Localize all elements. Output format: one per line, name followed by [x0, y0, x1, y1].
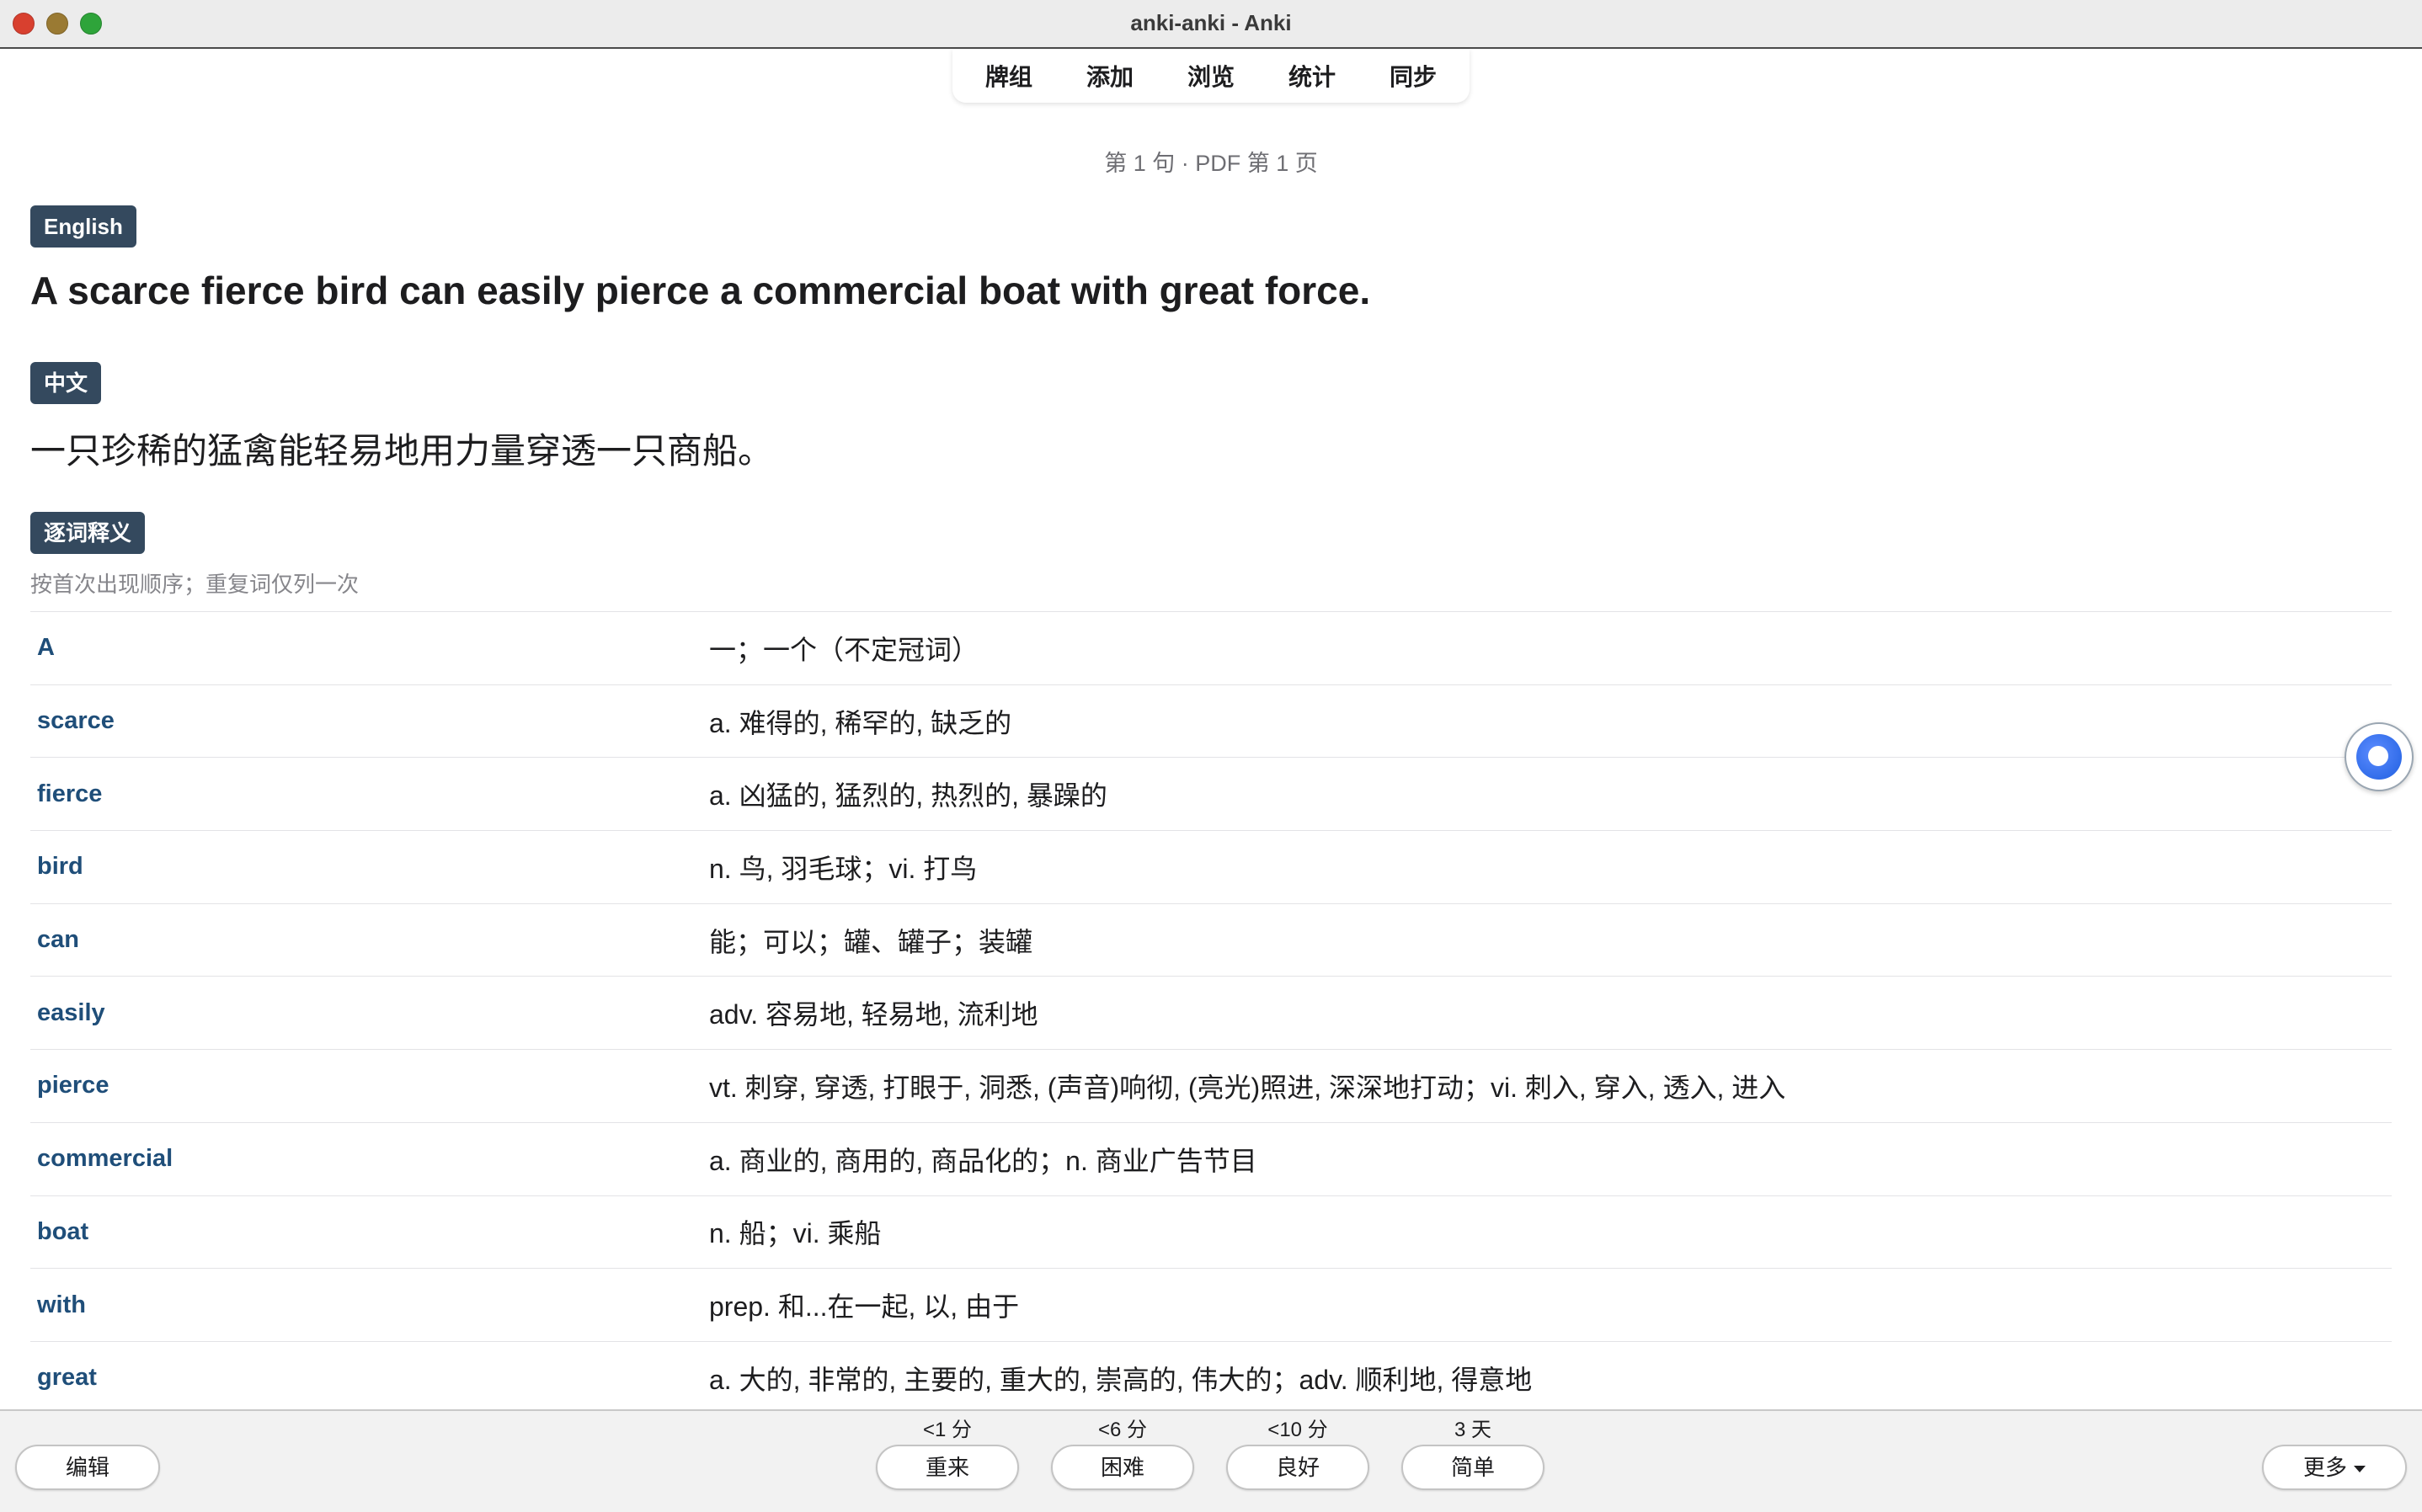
good-button[interactable]: 良好	[1226, 1445, 1369, 1490]
english-sentence: A scarce fierce bird can easily pierce a…	[30, 269, 1371, 312]
word-gloss-table: A 一；一个（不定冠词） scarce a. 难得的, 稀罕的, 缺乏的 fie…	[30, 611, 2392, 1409]
gloss-note: 按首次出现顺序；重复词仅列一次	[30, 572, 360, 597]
table-row: great a. 大的, 非常的, 主要的, 重大的, 崇高的, 伟大的；adv…	[30, 1340, 2392, 1409]
again-button[interactable]: 重来	[876, 1445, 1019, 1490]
nav-add[interactable]: 添加	[1059, 59, 1160, 93]
english-tag: English	[30, 205, 136, 248]
chinese-tag: 中文	[30, 362, 102, 404]
meaning-cell: a. 难得的, 稀罕的, 缺乏的	[709, 707, 1012, 738]
word-cell: commercial	[37, 1145, 173, 1173]
easy-interval: 3 天	[1454, 1419, 1491, 1441]
nav-sync[interactable]: 同步	[1363, 59, 1464, 93]
meaning-cell: 一；一个（不定冠词）	[709, 634, 979, 665]
window-title: anki-anki - Anki	[1130, 10, 1292, 35]
easy-button[interactable]: 简单	[1401, 1445, 1544, 1490]
meaning-cell: n. 鸟, 羽毛球；vi. 打鸟	[709, 853, 978, 884]
card-content: 第 1 句 · PDF 第 1 页 English A scarce fierc…	[0, 103, 2422, 1409]
meaning-cell: vt. 刺穿, 穿透, 打眼于, 洞悉, (声音)响彻, (亮光)照进, 深深地…	[709, 1072, 1786, 1103]
gloss-tag: 逐词释义	[30, 512, 146, 554]
word-cell: easily	[37, 998, 105, 1026]
position-label: 第 1 句 · PDF 第 1 页	[1104, 151, 1318, 176]
meaning-cell: n. 船；vi. 乘船	[709, 1218, 882, 1249]
meaning-cell: 能；可以；罐、罐子；装罐	[709, 926, 1033, 957]
table-row: with prep. 和...在一起, 以, 由于	[30, 1268, 2392, 1341]
more-button[interactable]: 更多	[2262, 1445, 2407, 1490]
word-cell: can	[37, 926, 79, 954]
edit-button[interactable]: 编辑	[15, 1445, 160, 1490]
word-cell: with	[37, 1291, 86, 1318]
nav-decks[interactable]: 牌组	[958, 59, 1059, 93]
word-cell: pierce	[37, 1072, 109, 1099]
word-cell: bird	[37, 853, 83, 881]
table-row: can 能；可以；罐、罐子；装罐	[30, 902, 2392, 977]
meaning-cell: a. 商业的, 商用的, 商品化的；n. 商业广告节目	[709, 1145, 1257, 1176]
review-bottom-bar	[0, 1409, 2422, 1512]
nav-stats[interactable]: 统计	[1262, 59, 1363, 93]
table-row: bird n. 鸟, 羽毛球；vi. 打鸟	[30, 830, 2392, 903]
good-interval: <10 分	[1267, 1419, 1328, 1441]
word-cell: fierce	[37, 780, 103, 807]
title-bar: anki-anki - Anki	[0, 0, 2422, 49]
meaning-cell: prep. 和...在一起, 以, 由于	[709, 1291, 1020, 1323]
again-interval: <1 分	[922, 1419, 973, 1441]
hard-button[interactable]: 困难	[1051, 1445, 1194, 1490]
meaning-cell: a. 大的, 非常的, 主要的, 重大的, 崇高的, 伟大的；adv. 顺利地,…	[709, 1364, 1533, 1395]
chevron-down-icon	[2354, 1466, 2366, 1473]
word-cell: great	[37, 1364, 97, 1392]
word-cell: scarce	[37, 707, 115, 735]
meaning-cell: adv. 容易地, 轻易地, 流利地	[709, 999, 1038, 1030]
hard-interval: <6 分	[1097, 1419, 1148, 1441]
top-nav: 牌组 添加 浏览 统计 同步	[952, 49, 1470, 103]
table-row: pierce vt. 刺穿, 穿透, 打眼于, 洞悉, (声音)响彻, (亮光)…	[30, 1049, 2392, 1122]
table-row: commercial a. 商业的, 商用的, 商品化的；n. 商业广告节目	[30, 1121, 2392, 1195]
table-row: scarce a. 难得的, 稀罕的, 缺乏的	[30, 684, 2392, 758]
more-label: 更多	[2302, 1455, 2347, 1480]
table-row: fierce a. 凶猛的, 猛烈的, 热烈的, 暴躁的	[30, 757, 2392, 830]
word-cell: A	[37, 634, 55, 662]
meaning-cell: a. 凶猛的, 猛烈的, 热烈的, 暴躁的	[709, 780, 1107, 812]
chinese-sentence: 一只珍稀的猛禽能轻易地用力量穿透一只商船。	[30, 431, 774, 471]
assistant-icon	[2356, 734, 2402, 780]
word-cell: boat	[37, 1217, 89, 1245]
nav-browse[interactable]: 浏览	[1160, 59, 1262, 93]
table-row: easily adv. 容易地, 轻易地, 流利地	[30, 976, 2392, 1049]
table-row: boat n. 船；vi. 乘船	[30, 1195, 2392, 1269]
assistant-float-button[interactable]	[2345, 722, 2414, 791]
table-row: A 一；一个（不定冠词）	[30, 611, 2392, 684]
